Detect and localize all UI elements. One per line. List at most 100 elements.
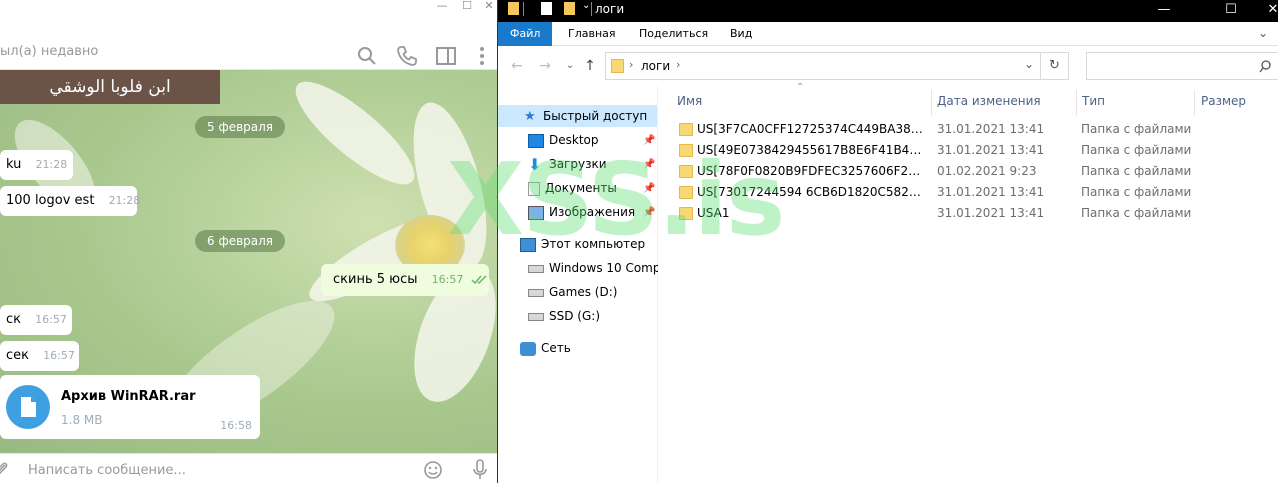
breadcrumb-separator-icon: ›	[676, 58, 681, 71]
file-date: 01.02.2021 9:23	[937, 164, 1037, 178]
nav-drive-d[interactable]: Games (D:)	[528, 281, 617, 303]
nav-label: Быстрый доступ	[543, 109, 648, 123]
file-date: 31.01.2021 13:41	[937, 185, 1045, 199]
message-time: 16:57	[35, 313, 67, 326]
file-type: Папка с файлами	[1081, 143, 1192, 157]
nav-network[interactable]: Сеть	[520, 337, 571, 359]
ribbon-tabs: Файл Главная Поделиться Вид ⌄	[498, 22, 1278, 46]
phone-icon[interactable]	[395, 44, 419, 68]
drive-icon	[528, 312, 544, 321]
column-separator[interactable]	[931, 90, 932, 116]
file-type: Папка с файлами	[1081, 185, 1192, 199]
network-icon	[520, 341, 536, 356]
column-header-size[interactable]: Размер	[1201, 94, 1246, 110]
search-icon	[1259, 60, 1271, 73]
attach-icon[interactable]	[0, 460, 10, 478]
file-name: Архив WinRAR.rar	[61, 389, 196, 404]
sidebar-toggle-icon[interactable]	[434, 44, 458, 68]
file-row[interactable]: US[3F7CA0CFF12725374C449BA38C9EAE... 31.…	[673, 119, 1278, 140]
telegram-window: — ☐ ✕ ыл(а) недавно ابن فلوبا الوشقي 5 ф…	[0, 0, 497, 483]
column-separator[interactable]	[1076, 90, 1077, 116]
star-icon: ★	[524, 108, 536, 124]
date-separator: 6 февраля	[195, 230, 286, 252]
nav-label: SSD (G:)	[549, 309, 600, 323]
chat-area[interactable]: ابن فلوبا الوشقي 5 февраля ku 21:28 100 …	[0, 70, 497, 453]
new-folder-icon[interactable]	[564, 2, 575, 15]
expand-ribbon-icon[interactable]: ⌄	[1258, 26, 1268, 40]
message-time: 21:28	[108, 194, 141, 207]
message-input[interactable]: Написать сообщение...	[28, 463, 186, 478]
file-type: Папка с файлами	[1081, 122, 1192, 136]
nav-label: Games (D:)	[549, 285, 618, 299]
breadcrumb-item[interactable]: логи	[641, 59, 670, 73]
telegram-titlebar: — ☐ ✕	[0, 0, 497, 14]
column-header-name[interactable]: Имя	[677, 94, 702, 110]
message-composer: Написать сообщение...	[0, 453, 497, 483]
folder-icon	[611, 59, 624, 73]
recent-locations-icon[interactable]: ⌄	[561, 58, 579, 76]
file-type: Папка с файлами	[1081, 164, 1192, 178]
emoji-icon[interactable]	[423, 460, 443, 480]
nav-label: Сеть	[541, 341, 571, 355]
nav-drive-c[interactable]: Windows 10 Compa	[528, 257, 668, 279]
maximize-button[interactable]: ☐	[1208, 0, 1254, 22]
address-dropdown-icon[interactable]: ⌄	[1024, 57, 1034, 71]
folder-icon	[508, 2, 519, 15]
folder-icon	[679, 123, 693, 136]
column-header-type[interactable]: Тип	[1082, 94, 1105, 110]
channel-banner-image: ابن فلوبا الوشقي	[0, 70, 220, 104]
message-text: ku	[6, 157, 22, 172]
file-message-bubble[interactable]: Архив WinRAR.rar 1.8 MB 16:58	[0, 375, 260, 439]
address-row: ← → ⌄ ↑ › логи › ⌄ ↻	[498, 46, 1278, 86]
properties-icon[interactable]	[541, 2, 552, 15]
tab-home[interactable]: Главная	[556, 22, 628, 46]
address-bar[interactable]: › логи › ⌄	[605, 52, 1041, 80]
forward-button[interactable]: →	[536, 58, 554, 76]
watermark: XSS.is	[447, 141, 785, 258]
message-bubble[interactable]: 100 logov est 21:28	[0, 186, 140, 216]
tab-view[interactable]: Вид	[718, 22, 764, 46]
double-check-icon	[471, 274, 488, 284]
last-seen-status: ыл(а) недавно	[0, 44, 99, 59]
refresh-button[interactable]: ↻	[1041, 52, 1069, 80]
message-text: ск	[6, 312, 21, 327]
message-bubble[interactable]: сек 16:57	[0, 341, 79, 371]
message-bubble-outgoing[interactable]: скинь 5 юсы 16:57	[321, 264, 489, 296]
nav-quick-access[interactable]: ★ Быстрый доступ	[498, 105, 657, 127]
document-icon	[21, 397, 36, 417]
more-vertical-icon[interactable]	[470, 44, 494, 68]
message-time: 16:57	[43, 349, 75, 362]
nav-label: Windows 10 Compa	[549, 261, 668, 275]
file-date: 31.01.2021 13:41	[937, 122, 1045, 136]
column-separator[interactable]	[1194, 90, 1195, 116]
separator	[523, 2, 524, 16]
breadcrumb-separator-icon: ›	[629, 58, 634, 71]
microphone-icon[interactable]	[471, 459, 489, 481]
message-text: сек	[6, 348, 29, 363]
message-time: 16:57	[431, 273, 464, 286]
search-icon[interactable]	[355, 44, 379, 68]
file-name: US[3F7CA0CFF12725374C449BA38C9EAE...	[697, 122, 923, 136]
back-button[interactable]: ←	[508, 58, 526, 76]
message-bubble[interactable]: ск 16:57	[0, 305, 72, 335]
column-header-date[interactable]: Дата изменения	[937, 94, 1041, 110]
quick-access-dropdown-icon[interactable]: ⌄	[582, 0, 590, 11]
up-button[interactable]: ↑	[581, 58, 599, 76]
file-download-button[interactable]	[6, 385, 50, 429]
window-title: логи	[595, 2, 625, 16]
nav-drive-g[interactable]: SSD (G:)	[528, 305, 600, 327]
file-date: 31.01.2021 13:41	[937, 206, 1045, 220]
minimize-button[interactable]: —	[1141, 0, 1187, 22]
close-button[interactable]: ✕	[1250, 0, 1278, 22]
search-input[interactable]	[1086, 52, 1278, 80]
background-petal	[282, 70, 428, 199]
message-text: 100 logov est	[6, 193, 95, 208]
date-separator: 5 февраля	[195, 116, 286, 138]
message-bubble[interactable]: ku 21:28	[0, 150, 73, 180]
file-date: 31.01.2021 13:41	[937, 143, 1045, 157]
tab-file[interactable]: Файл	[498, 22, 553, 46]
close-button[interactable]: ✕	[474, 0, 497, 12]
message-time: 21:28	[35, 158, 68, 171]
tab-share[interactable]: Поделиться	[627, 22, 720, 46]
file-size: 1.8 MB	[61, 413, 103, 427]
